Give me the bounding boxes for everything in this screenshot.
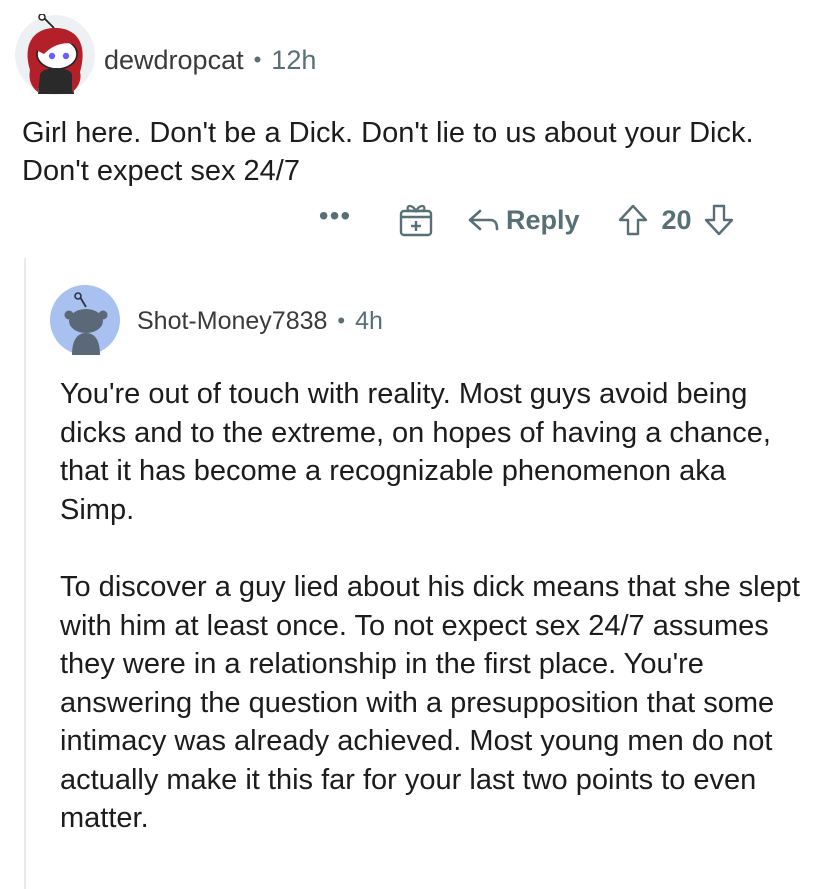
timestamp[interactable]: 12h <box>271 45 316 76</box>
user-avatar[interactable] <box>50 285 120 355</box>
comment-meta: dewdropcat • 12h <box>104 42 316 78</box>
upvote-icon[interactable] <box>618 203 648 237</box>
vote-score: 20 <box>661 204 692 235</box>
reply-icon <box>468 209 499 231</box>
meta-separator: • <box>337 308 346 333</box>
thread-line[interactable] <box>24 258 26 889</box>
comment-action-bar: ••• Reply 20 <box>310 197 734 243</box>
user-avatar[interactable] <box>14 14 96 96</box>
username-link[interactable]: Shot-Money7838 <box>137 307 327 336</box>
reply-button[interactable]: Reply <box>466 205 580 236</box>
username-link[interactable]: dewdropcat <box>104 45 244 76</box>
award-icon[interactable] <box>398 202 434 238</box>
comment-paragraph: To discover a guy lied about his dick me… <box>60 571 800 834</box>
comment-body: Girl here. Don't be a Dick. Don't lie to… <box>22 117 754 187</box>
more-icon[interactable]: ••• <box>310 200 360 240</box>
comment-paragraph: You're out of touch with reality. Most g… <box>60 378 771 526</box>
downvote-icon[interactable] <box>704 203 734 237</box>
timestamp[interactable]: 4h <box>355 307 383 336</box>
meta-separator: • <box>253 47 262 72</box>
comment-body: You're out of touch with reality. Most g… <box>60 375 805 838</box>
comment-meta: Shot-Money7838 • 4h <box>137 304 383 338</box>
reply-label: Reply <box>506 204 580 235</box>
